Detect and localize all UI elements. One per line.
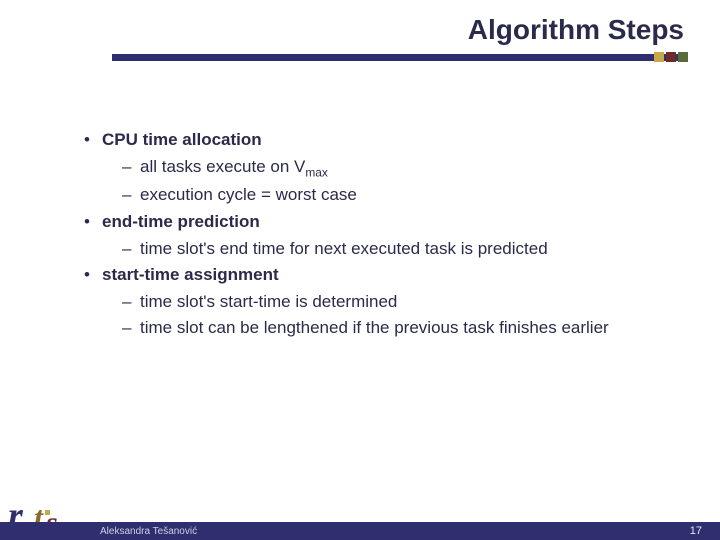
sub-bullet-item: time slot's end time for next executed t…: [102, 237, 662, 262]
bullet-item: CPU time allocation all tasks execute on…: [84, 128, 662, 208]
slide-title: Algorithm Steps: [468, 14, 684, 46]
bullet-text: start-time assignment: [102, 265, 279, 284]
sub-bullet-item: time slot can be lengthened if the previ…: [102, 316, 662, 341]
footer-page-number: 17: [690, 525, 702, 537]
bullet-item: end-time prediction time slot's end time…: [84, 210, 662, 261]
sub-bullet-text: time slot's start-time is determined: [140, 292, 397, 311]
underline-bar: [112, 54, 684, 61]
sub-bullet-text: time slot can be lengthened if the previ…: [140, 318, 609, 337]
sub-list: all tasks execute on Vmax execution cycl…: [102, 155, 662, 208]
sub-bullet-text: time slot's end time for next executed t…: [140, 239, 548, 258]
slide: Algorithm Steps CPU time allocation all …: [0, 0, 720, 540]
title-area: Algorithm Steps: [468, 14, 684, 46]
accent-square-olive: [678, 52, 688, 62]
sub-bullet-item: all tasks execute on Vmax: [102, 155, 662, 182]
footer-author: Aleksandra Tešanović: [100, 526, 197, 537]
bullet-text: CPU time allocation: [102, 130, 262, 149]
sub-list: time slot's start-time is determined tim…: [102, 290, 662, 341]
content-body: CPU time allocation all tasks execute on…: [84, 128, 662, 343]
accent-square-gold: [654, 52, 664, 62]
bullet-list: CPU time allocation all tasks execute on…: [84, 128, 662, 341]
sub-list: time slot's end time for next executed t…: [102, 237, 662, 262]
accent-square-maroon: [666, 52, 676, 62]
bullet-text: end-time prediction: [102, 212, 260, 231]
title-underline: [112, 54, 684, 61]
sub-bullet-item: time slot's start-time is determined: [102, 290, 662, 315]
bullet-item: start-time assignment time slot's start-…: [84, 263, 662, 341]
sub-bullet-text: all tasks execute on V: [140, 157, 305, 176]
sub-bullet-item: execution cycle = worst case: [102, 183, 662, 208]
subscript-text: max: [305, 165, 327, 179]
sub-bullet-text: execution cycle = worst case: [140, 185, 357, 204]
underline-squares: [654, 52, 688, 62]
